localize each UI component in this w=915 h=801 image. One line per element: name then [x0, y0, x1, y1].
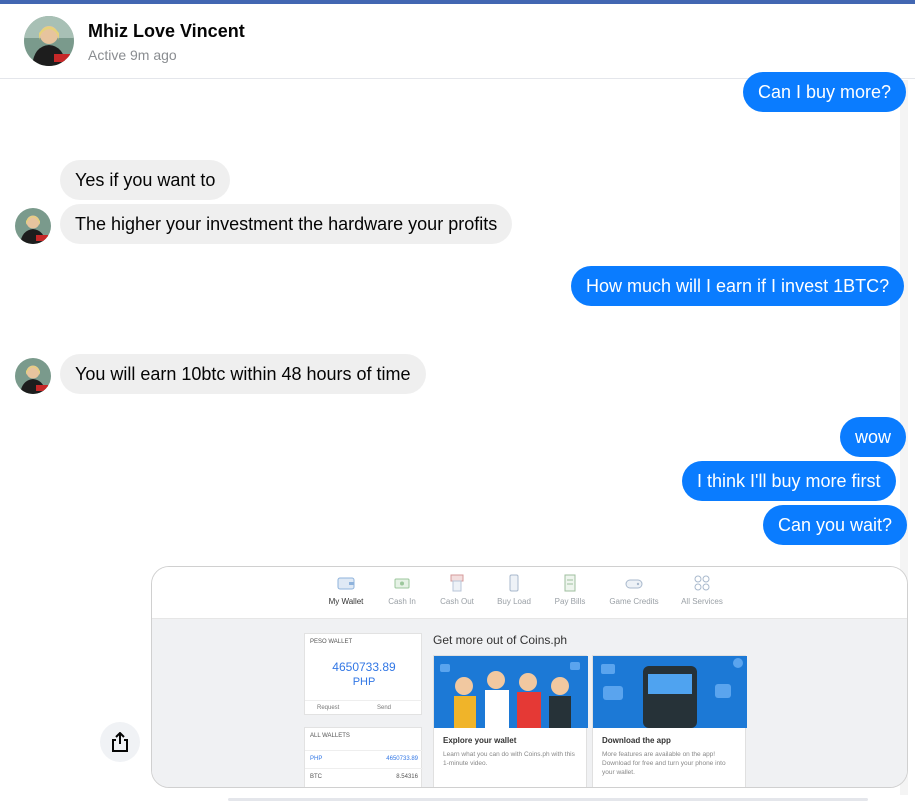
cash-in-icon [394, 578, 410, 589]
promo-illustration [593, 656, 747, 728]
list-item: BTC 8.54316 [305, 768, 423, 784]
active-status: Active 9m ago [88, 47, 177, 63]
contact-avatar[interactable] [24, 16, 74, 66]
all-wallets-list: ALL WALLETS PHP 4650733.89 BTC 8.54316 [304, 727, 423, 787]
message-outgoing[interactable]: Can you wait? [763, 505, 908, 545]
message-incoming[interactable]: Yes if you want to [60, 160, 231, 200]
wallet-balance: 4650733.89 [332, 660, 396, 674]
contact-avatar-small[interactable] [15, 358, 51, 394]
coins-dashboard: PESO WALLET 4650733.89 PHP Request Send … [152, 619, 907, 787]
nav-pay-bills: Pay Bills [535, 573, 605, 606]
message-outgoing[interactable]: How much will I earn if I invest 1BTC? [571, 266, 905, 306]
promo-card-explore: Explore your wallet Learn what you can d… [433, 655, 588, 787]
promo-card-download: Download the app More features are avail… [592, 655, 747, 787]
grid-icon [694, 575, 710, 591]
conversation-header: Mhiz Love Vincent Active 9m ago [0, 4, 915, 79]
wallet-icon [337, 577, 355, 590]
bill-icon [564, 574, 576, 592]
contact-avatar-small[interactable] [15, 208, 51, 244]
cash-out-icon [450, 574, 464, 592]
coins-nav-bar: My Wallet Cash In Cash Out Buy Load Pay … [152, 567, 907, 619]
image-attachment[interactable]: My Wallet Cash In Cash Out Buy Load Pay … [151, 566, 908, 788]
nav-game-credits: Game Credits [599, 573, 669, 606]
peso-wallet-card: PESO WALLET 4650733.89 PHP Request Send [304, 633, 423, 715]
message-outgoing[interactable]: I think I'll buy more first [682, 461, 896, 501]
share-icon [112, 732, 128, 752]
contact-name[interactable]: Mhiz Love Vincent [88, 21, 245, 42]
send-link: Send [377, 705, 392, 711]
list-item: PHP 4650733.89 [305, 750, 423, 766]
promo-heading: Get more out of Coins.ph [433, 633, 568, 647]
message-outgoing[interactable]: wow [840, 417, 907, 457]
share-button[interactable] [100, 722, 140, 762]
nav-all-services: All Services [667, 573, 737, 606]
promo-illustration [434, 656, 588, 728]
message-incoming[interactable]: You will earn 10btc within 48 hours of t… [60, 354, 426, 394]
message-outgoing[interactable]: Can I buy more? [743, 72, 907, 112]
phone-icon [509, 574, 519, 592]
message-incoming[interactable]: The higher your investment the hardware … [60, 204, 513, 244]
gamepad-icon [625, 579, 643, 589]
request-link: Request [317, 705, 340, 711]
wallet-currency: PHP [352, 676, 376, 688]
